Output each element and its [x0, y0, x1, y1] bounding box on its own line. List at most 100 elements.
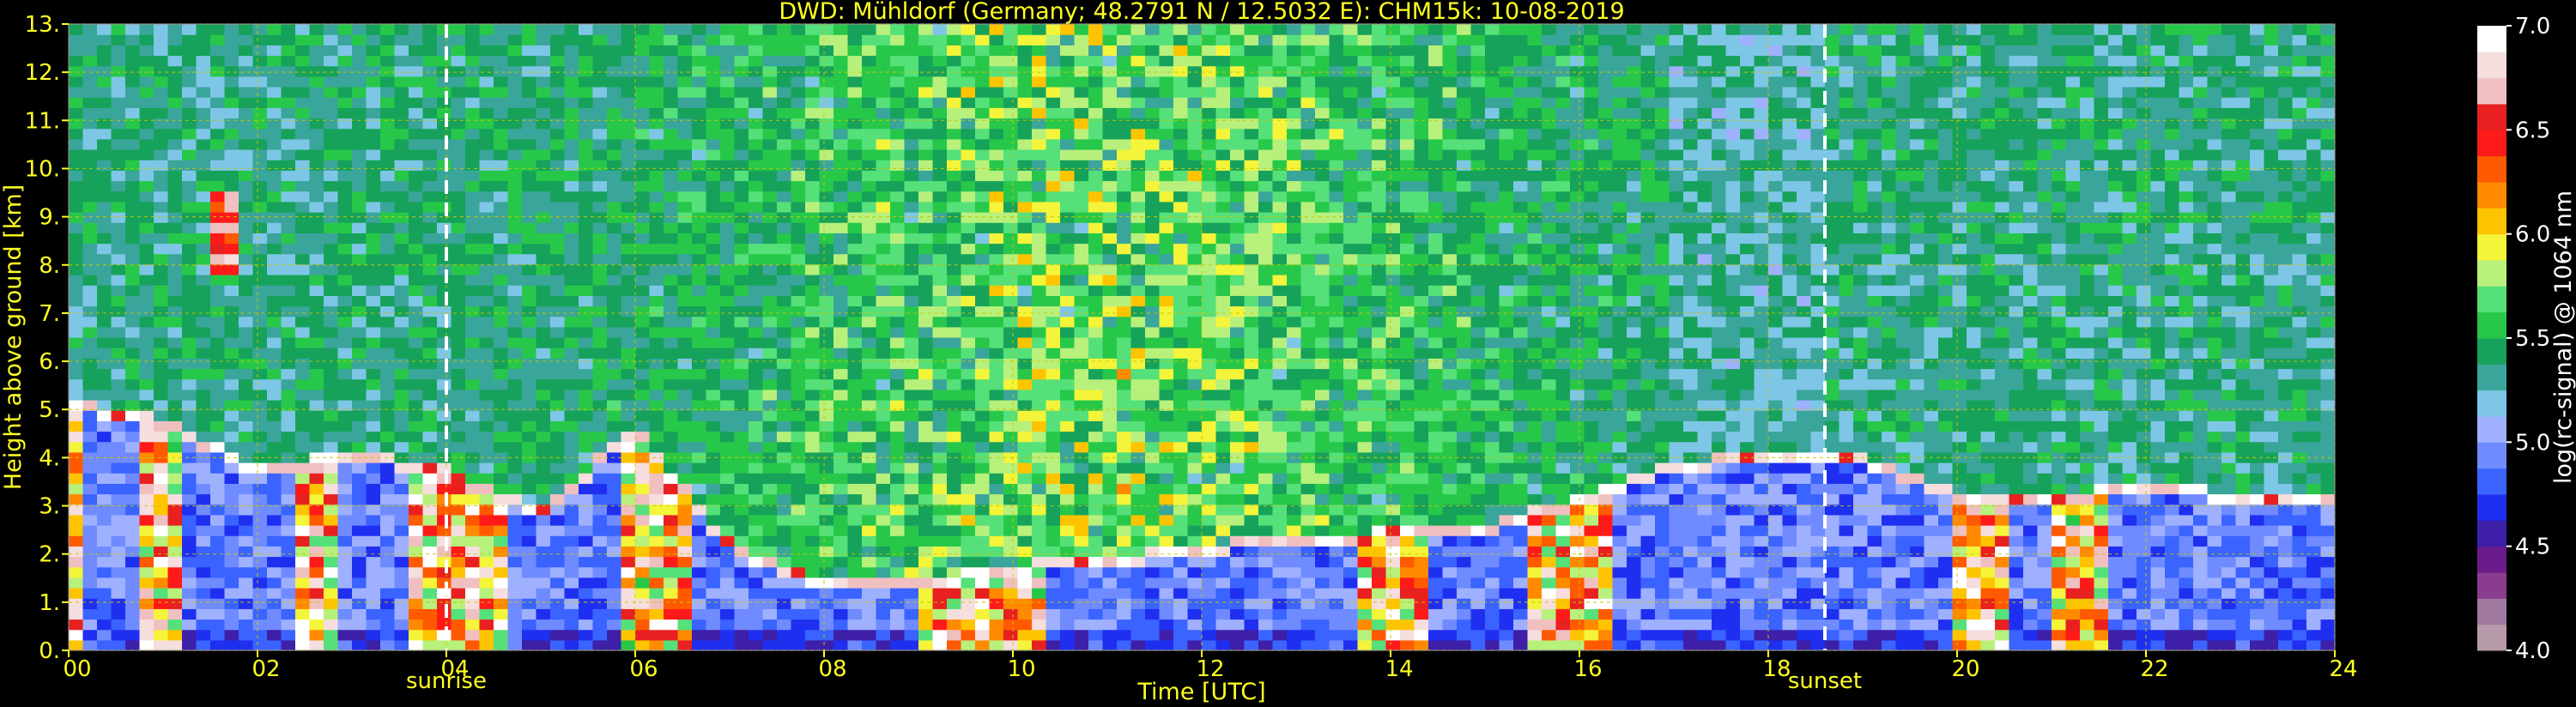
- heatmap-cell: [239, 253, 254, 265]
- heatmap-cell: [210, 598, 226, 609]
- heatmap-cell: [989, 358, 1004, 370]
- heatmap-cell: [862, 243, 877, 255]
- heatmap-cell: [366, 243, 381, 255]
- heatmap-cell: [862, 588, 877, 599]
- heatmap-cell: [1130, 514, 1146, 526]
- heatmap-cell: [904, 180, 919, 192]
- heatmap-cell: [692, 441, 707, 453]
- heatmap-cell: [324, 577, 339, 589]
- heatmap-cell: [536, 483, 551, 495]
- heatmap-cell: [465, 34, 481, 45]
- heatmap-cell: [720, 263, 736, 275]
- heatmap-cell: [1088, 97, 1104, 108]
- heatmap-cell: [522, 598, 537, 609]
- heatmap-cell: [1117, 326, 1132, 338]
- heatmap-cell: [720, 556, 736, 568]
- heatmap-cell: [819, 76, 834, 88]
- heatmap-cell: [154, 326, 169, 338]
- heatmap-cell: [210, 97, 226, 108]
- heatmap-cell: [82, 546, 98, 558]
- heatmap-cell: [1003, 410, 1019, 421]
- heatmap-cell: [494, 493, 509, 505]
- heatmap-cell: [791, 65, 806, 77]
- heatmap-cell: [82, 566, 98, 578]
- heatmap-cell: [961, 263, 976, 275]
- heatmap-cell: [918, 138, 934, 150]
- heatmap-cell: [677, 222, 693, 233]
- heatmap-cell: [111, 546, 126, 558]
- heatmap-cell: [394, 483, 409, 495]
- heatmap-cell: [1202, 598, 1217, 609]
- heatmap-cell: [196, 24, 211, 35]
- heatmap-cell: [876, 546, 891, 558]
- heatmap-cell: [154, 190, 169, 202]
- heatmap-cell: [394, 233, 409, 245]
- heatmap-cell: [1074, 180, 1089, 192]
- heatmap-cell: [564, 316, 579, 328]
- heatmap-cell: [734, 190, 749, 202]
- heatmap-cell: [1159, 295, 1174, 307]
- heatmap-cell: [494, 180, 509, 192]
- heatmap-cell: [1145, 493, 1161, 505]
- heatmap-cell: [1159, 619, 1174, 631]
- heatmap-cell: [210, 514, 226, 526]
- heatmap-cell: [1202, 34, 1217, 45]
- heatmap-cell: [1046, 441, 1061, 453]
- heatmap-cell: [409, 525, 424, 536]
- heatmap-cell: [1102, 378, 1118, 390]
- heatmap-cell: [1060, 577, 1076, 589]
- heatmap-cell: [904, 201, 919, 213]
- heatmap-cell: [451, 493, 466, 505]
- heatmap-cell: [1060, 347, 1076, 359]
- heatmap-cell: [720, 389, 736, 401]
- heatmap-cell: [465, 629, 481, 641]
- heatmap-cell: [890, 525, 906, 536]
- heatmap-cell: [380, 222, 396, 233]
- heatmap-cell: [777, 180, 792, 192]
- heatmap-cell: [833, 285, 849, 296]
- heatmap-cell: [536, 337, 551, 348]
- heatmap-cell: [281, 97, 296, 108]
- heatmap-cell: [69, 212, 84, 223]
- heatmap-cell: [904, 389, 919, 401]
- heatmap-cell: [989, 253, 1004, 265]
- heatmap-cell: [1173, 275, 1189, 286]
- heatmap-cell: [635, 253, 651, 265]
- heatmap-cell: [182, 546, 197, 558]
- heatmap-cell: [182, 97, 197, 108]
- heatmap-cell: [267, 275, 282, 286]
- heatmap-cell: [664, 212, 679, 223]
- heatmap-cell: [494, 190, 509, 202]
- heatmap-cell: [777, 222, 792, 233]
- heatmap-cell: [1117, 34, 1132, 45]
- heatmap-cell: [196, 170, 211, 182]
- heatmap-cell: [749, 201, 764, 213]
- heatmap-cell: [324, 410, 339, 421]
- heatmap-cell: [465, 514, 481, 526]
- heatmap-cell: [69, 389, 84, 401]
- heatmap-cell: [579, 190, 594, 202]
- heatmap-cell: [847, 535, 863, 547]
- heatmap-cell: [1145, 55, 1161, 67]
- heatmap-cell: [196, 190, 211, 202]
- heatmap-cell: [890, 358, 906, 370]
- heatmap-cell: [252, 514, 268, 526]
- heatmap-cell: [139, 629, 155, 641]
- heatmap-cell: [847, 118, 863, 130]
- heatmap-cell: [635, 212, 651, 223]
- heatmap-cell: [904, 24, 919, 35]
- heatmap-cell: [522, 535, 537, 547]
- heatmap-cell: [706, 566, 721, 578]
- heatmap-cell: [1088, 347, 1104, 359]
- heatmap-cell: [749, 45, 764, 57]
- heatmap-cell: [1060, 473, 1076, 484]
- heatmap-cell: [196, 87, 211, 98]
- heatmap-cell: [961, 368, 976, 380]
- heatmap-cell: [1159, 337, 1174, 348]
- heatmap-cell: [97, 473, 112, 484]
- heatmap-cell: [380, 201, 396, 213]
- heatmap-cell: [337, 639, 353, 650]
- heatmap-cell: [1017, 420, 1033, 432]
- heatmap-cell: [422, 212, 438, 223]
- heatmap-cell: [749, 222, 764, 233]
